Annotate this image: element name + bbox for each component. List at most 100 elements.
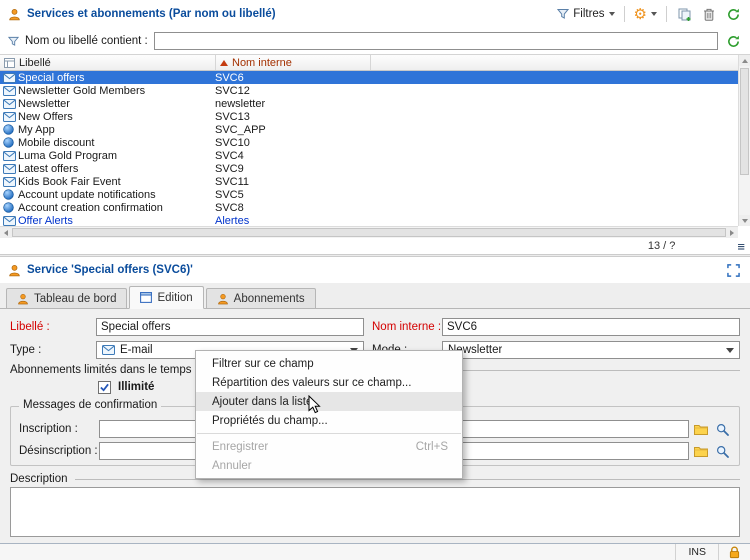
service-internal-name: SVC12: [215, 85, 738, 97]
scrollbar-track[interactable]: [739, 66, 750, 215]
horizontal-scrollbar[interactable]: [0, 226, 738, 238]
scrollbar-thumb[interactable]: [12, 228, 726, 237]
duplicate-button[interactable]: [676, 5, 694, 23]
delete-button[interactable]: [700, 5, 718, 23]
magnifier-icon[interactable]: [713, 420, 731, 438]
list-item[interactable]: Luma Gold ProgramSVC4: [0, 149, 738, 162]
insert-mode-indicator: INS: [675, 544, 718, 560]
menu-item-filtrer-sur-ce-champ[interactable]: Filtrer sur ce champ: [196, 354, 462, 373]
menu-item-repartition-des-valeurs-sur-ce-champ[interactable]: Répartition des valeurs sur ce champ...: [196, 373, 462, 392]
mouse-cursor: [308, 395, 321, 417]
expand-icon[interactable]: [724, 261, 742, 279]
service-internal-name: SVC_APP: [215, 124, 738, 136]
email-icon: [3, 216, 18, 226]
section-label: Description: [10, 473, 68, 485]
app-window: Services et abonnements (Par nom ou libe…: [0, 0, 750, 560]
menu-item-ajouter-dans-la-liste[interactable]: Ajouter dans la liste: [196, 392, 462, 411]
service-person-icon: [8, 264, 21, 277]
list-item[interactable]: Kids Book Fair EventSVC11: [0, 175, 738, 188]
libelle-input[interactable]: [96, 318, 364, 336]
menu-item-proprietes-du-champ[interactable]: Propriétés du champ...: [196, 411, 462, 430]
scroll-left-button[interactable]: [0, 227, 12, 238]
desinscription-label: Désinscription :: [19, 445, 99, 457]
service-internal-name: SVC5: [215, 189, 738, 201]
service-label: New Offers: [18, 111, 215, 123]
app-icon: [3, 202, 18, 213]
menu-item-label: Annuler: [212, 460, 252, 472]
email-icon: [3, 99, 18, 109]
service-internal-name: SVC6: [215, 72, 738, 84]
service-label: Offer Alerts: [18, 215, 215, 227]
list-title-bar: Services et abonnements (Par nom ou libe…: [0, 0, 750, 28]
nom-interne-input[interactable]: [442, 318, 740, 336]
folder-icon[interactable]: [692, 442, 710, 460]
menu-item-label: Ajouter dans la liste: [212, 396, 312, 408]
service-label: Account update notifications: [18, 189, 215, 201]
vertical-scrollbar[interactable]: [738, 55, 750, 226]
scroll-up-button[interactable]: [739, 55, 750, 66]
list-item[interactable]: Account creation confirmationSVC8: [0, 201, 738, 214]
email-icon: [102, 345, 115, 355]
inscription-label: Inscription :: [19, 423, 99, 435]
toolbar-separator: [624, 6, 625, 22]
type-label: Type :: [10, 344, 96, 356]
filter-input[interactable]: [154, 32, 718, 50]
service-internal-name: SVC9: [215, 163, 738, 175]
list-item[interactable]: Newsletter Gold MembersSVC12: [0, 84, 738, 97]
refresh-icon[interactable]: [724, 32, 742, 50]
mode-dropdown[interactable]: Newsletter: [442, 341, 740, 359]
service-list-body: Special offersSVC6Newsletter Gold Member…: [0, 71, 738, 227]
menu-item-label: Filtrer sur ce champ: [212, 358, 314, 370]
email-icon: [3, 164, 18, 174]
scroll-right-button[interactable]: [726, 227, 738, 238]
column-label: Nom interne: [232, 57, 292, 69]
folder-icon[interactable]: [692, 420, 710, 438]
section-label: Abonnements limités dans le temps: [10, 364, 192, 376]
service-internal-name: SVC10: [215, 137, 738, 149]
list-item[interactable]: Account update notificationsSVC5: [0, 188, 738, 201]
menu-item-label: Enregistrer: [212, 441, 268, 453]
tab-abonnements[interactable]: Abonnements: [206, 288, 316, 308]
record-count: 13 / ?: [648, 240, 676, 252]
lock-icon[interactable]: [718, 544, 750, 560]
email-icon: [3, 86, 18, 96]
email-icon: [3, 73, 18, 83]
scroll-down-button[interactable]: [739, 215, 750, 226]
service-label: Account creation confirmation: [18, 202, 215, 214]
context-menu: Filtrer sur ce champ Répartition des vale…: [195, 350, 463, 479]
list-item[interactable]: Newsletternewsletter: [0, 97, 738, 110]
libelle-label: Libellé :: [10, 321, 96, 333]
column-header-nom-interne[interactable]: Nom interne: [215, 55, 370, 70]
tab-tableau-de-bord[interactable]: Tableau de bord: [6, 288, 127, 308]
menu-shortcut: Ctrl+S: [416, 441, 448, 453]
service-internal-name: SVC11: [215, 176, 738, 188]
tab-edition[interactable]: Edition: [129, 286, 203, 309]
page-title: Services et abonnements (Par nom ou libe…: [27, 8, 276, 20]
scrollbar-thumb[interactable]: [740, 68, 749, 175]
service-label: Mobile discount: [18, 137, 215, 149]
list-footer: 13 / ? ≡: [0, 238, 750, 254]
chevron-down-icon: [726, 348, 734, 353]
list-item[interactable]: My AppSVC_APP: [0, 123, 738, 136]
service-label: Newsletter Gold Members: [18, 85, 215, 97]
list-menu-icon[interactable]: ≡: [737, 240, 745, 253]
column-header-empty: [370, 55, 738, 70]
list-item[interactable]: Special offersSVC6: [0, 71, 738, 84]
filters-button[interactable]: Filtres: [557, 8, 614, 20]
list-item[interactable]: Mobile discountSVC10: [0, 136, 738, 149]
chevron-down-icon: [609, 12, 615, 16]
list-item[interactable]: Latest offersSVC9: [0, 162, 738, 175]
settings-button[interactable]: ⚙: [634, 7, 657, 22]
menu-item-enregistrer: Enregistrer Ctrl+S: [196, 437, 462, 456]
refresh-button[interactable]: [724, 5, 742, 23]
list-item[interactable]: New OffersSVC13: [0, 110, 738, 123]
app-icon: [3, 124, 18, 135]
column-label: Libellé: [19, 57, 51, 69]
service-internal-name: SVC8: [215, 202, 738, 214]
status-message-area: [0, 544, 675, 560]
unlimited-checkbox[interactable]: [98, 381, 111, 394]
magnifier-icon[interactable]: [713, 442, 731, 460]
column-header-libelle[interactable]: Libellé: [0, 55, 215, 70]
description-textarea[interactable]: [10, 487, 740, 537]
detail-title-bar: Service 'Special offers (SVC6)': [0, 257, 750, 283]
